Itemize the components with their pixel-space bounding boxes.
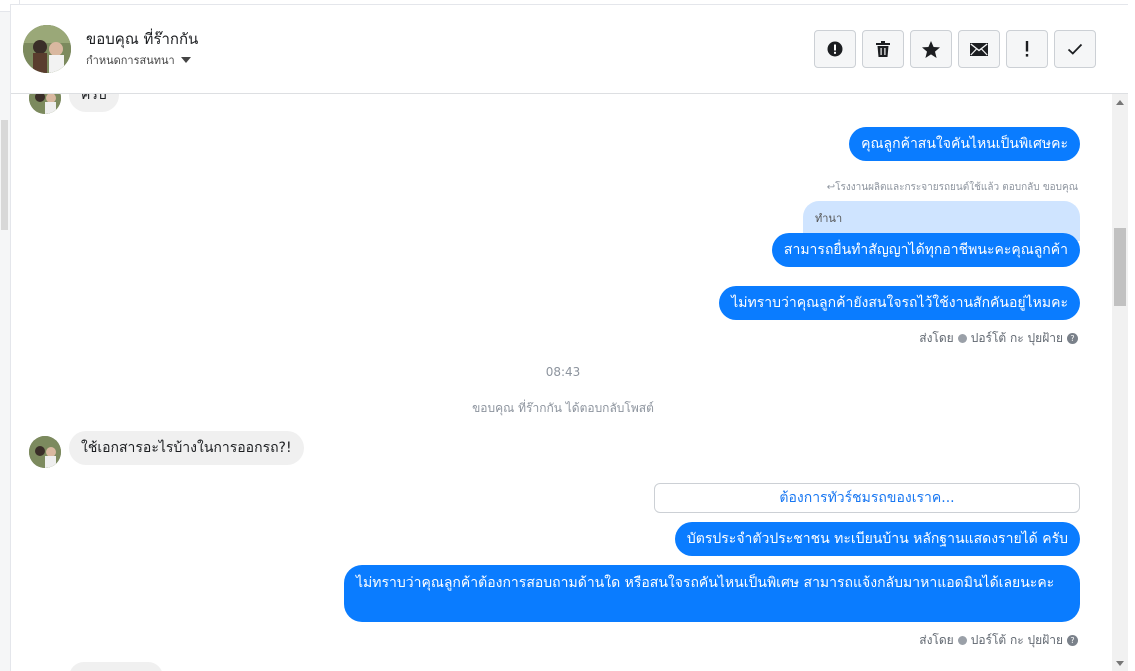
sender-name[interactable]: ปอร์โต้ กะ ปุยฝ้าย <box>971 631 1063 650</box>
report-button[interactable] <box>814 30 856 68</box>
contact-name: ขอบคุณ ที่ร๊ากกัน <box>86 30 199 48</box>
post-reply-notice: ขอบคุณ ที่ร๊ากกัน ได้ตอบกลับโพสต์ <box>472 401 654 415</box>
incoming-message[interactable]: ครับ <box>69 94 119 112</box>
done-button[interactable] <box>1054 30 1096 68</box>
outgoing-message[interactable]: คุณลูกค้าสนใจคันไหนเป็นพิเศษคะ <box>849 127 1080 161</box>
sent-by-info: ส่งโดย ปอร์โต้ กะ ปุยฝ้าย ? <box>919 329 1078 348</box>
outgoing-message[interactable]: ไม่ทราบว่าคุณลูกค้าต้องการสอบถามด้านใด ห… <box>344 565 1080 622</box>
check-icon <box>1067 43 1083 55</box>
verified-icon <box>957 636 967 645</box>
exclamation-icon <box>1025 41 1029 57</box>
mark-unread-button[interactable] <box>958 30 1000 68</box>
scroll-down-icon[interactable] <box>1116 661 1124 666</box>
tour-card-button[interactable]: ต้องการทัวร์ชมรถของเราค... <box>654 483 1080 513</box>
left-panel-edge <box>0 0 10 671</box>
incoming-message-partial[interactable] <box>69 662 163 671</box>
trash-icon <box>876 41 890 57</box>
conversation-settings-dropdown[interactable]: กำหนดการสนทนา <box>86 51 191 69</box>
incoming-message[interactable]: ใช้เอกสารอะไรบ้างในการออกรถ?! <box>69 431 304 465</box>
star-icon <box>922 40 940 58</box>
important-button[interactable] <box>1006 30 1048 68</box>
reply-meta: ↩โรงงานผลิตและกระจายรถยนต์ใช้แล้ว ตอบกลั… <box>826 182 1078 193</box>
sender-name[interactable]: ปอร์โต้ กะ ปุยฝ้าย <box>971 329 1063 348</box>
scrollbar-thumb[interactable] <box>1114 228 1126 306</box>
conversation-settings-label: กำหนดการสนทนา <box>86 54 175 67</box>
conversation-window: ขอบคุณ ที่ร๊ากกัน กำหนดการสนทนา ครับ คุณ… <box>10 4 1128 671</box>
chevron-down-icon <box>180 57 191 63</box>
avatar[interactable] <box>23 25 71 73</box>
delete-button[interactable] <box>862 30 904 68</box>
sent-by-label: ส่งโดย <box>919 331 954 345</box>
help-icon[interactable]: ? <box>1067 635 1078 646</box>
sent-by-label: ส่งโดย <box>919 633 954 647</box>
outgoing-message[interactable]: สามารถยื่นทำสัญญาได้ทุกอาชีพนะคะคุณลูกค้… <box>771 233 1080 267</box>
star-button[interactable] <box>910 30 952 68</box>
timestamp: 08:43 <box>545 365 581 379</box>
alert-circle-icon <box>827 41 843 57</box>
outgoing-message[interactable]: ไม่ทราบว่าคุณลูกค้ายังสนใจรถไว้ใช้งานสัก… <box>719 286 1080 320</box>
help-icon[interactable]: ? <box>1067 333 1078 344</box>
avatar <box>29 436 61 468</box>
outgoing-message[interactable]: บัตรประจำตัวประชาชน ทะเบียนบ้าน หลักฐานแ… <box>674 522 1080 556</box>
conversation-header: ขอบคุณ ที่ร๊ากกัน กำหนดการสนทนา <box>11 5 1128 94</box>
verified-icon <box>957 334 967 343</box>
header-actions <box>814 30 1096 68</box>
avatar <box>29 94 61 114</box>
scroll-up-icon[interactable] <box>1116 100 1124 105</box>
envelope-icon <box>970 42 988 56</box>
sent-by-info: ส่งโดย ปอร์โต้ กะ ปุยฝ้าย ? <box>919 631 1078 650</box>
left-scroll-grip[interactable] <box>1 120 8 230</box>
chat-scrollbar[interactable] <box>1112 94 1128 671</box>
message-thread[interactable]: ครับ คุณลูกค้าสนใจคันไหนเป็นพิเศษคะ ↩โรง… <box>11 94 1115 671</box>
